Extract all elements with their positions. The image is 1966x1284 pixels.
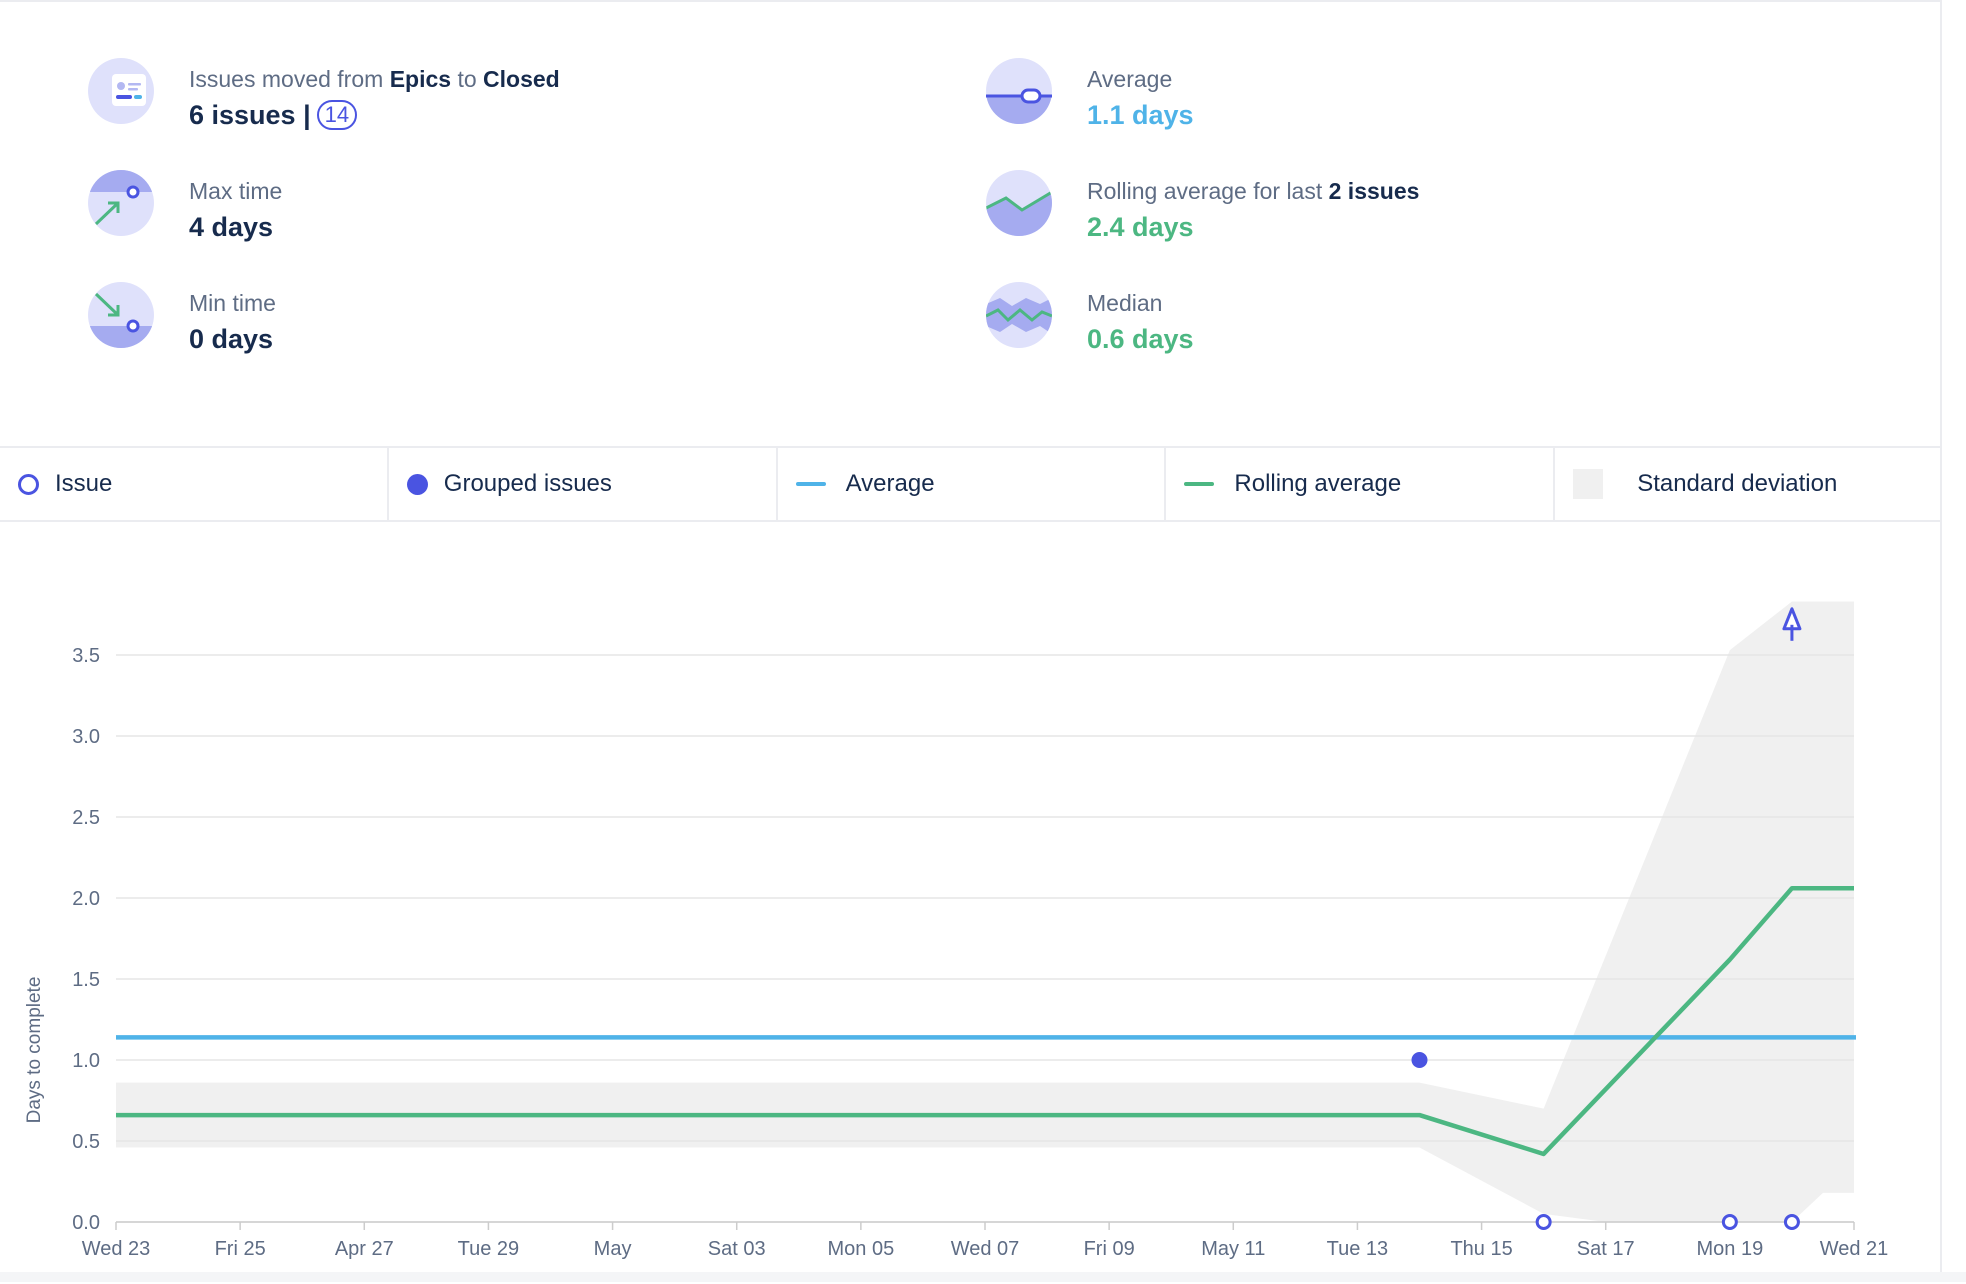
stat-average-label: Average [1087, 66, 1173, 92]
y-axis-title: Days to complete [24, 977, 45, 1124]
rolling-average-line-icon [1184, 482, 1215, 486]
y-tick-label: 0.5 [72, 1131, 100, 1153]
std-deviation-band [116, 601, 1854, 1222]
x-tick-label: Tue 13 [1327, 1238, 1389, 1260]
legend-stddev-label: Standard deviation [1637, 470, 1838, 497]
legend-issue-label: Issue [55, 470, 113, 497]
x-tick-label: Thu 15 [1450, 1238, 1512, 1260]
y-tick-label: 0.0 [72, 1212, 100, 1234]
stats-summary: Issues moved from Epics to Closed 6 issu… [0, 2, 1942, 446]
issue-card-icon [88, 58, 154, 124]
issues-count-badge[interactable]: 14 [316, 100, 358, 130]
x-tick-label: Wed 21 [1820, 1238, 1889, 1260]
x-tick-label: May [594, 1238, 632, 1260]
chart-legend: Issue Grouped issues Average Rolling ave… [0, 446, 1942, 522]
average-slider-icon [986, 58, 1052, 124]
stat-average-value: 1.1 days [1087, 100, 1194, 130]
y-tick-label: 2.0 [72, 888, 100, 910]
x-tick-label: Fri 09 [1084, 1238, 1135, 1260]
stat-issues-moved-label: Issues moved from Epics to Closed [189, 66, 560, 92]
arrow-up-right-icon [88, 170, 154, 236]
y-tick-label: 3.5 [72, 645, 100, 667]
control-chart-panel: Issues moved from Epics to Closed 6 issu… [0, 0, 1942, 1282]
grouped-issue-point [1411, 1052, 1428, 1068]
stat-rolling-average-label: Rolling average for last 2 issues [1087, 178, 1420, 204]
x-tick-label: Sat 03 [708, 1238, 766, 1260]
y-tick-label: 1.5 [72, 969, 100, 991]
x-tick-label: Wed 23 [82, 1238, 151, 1260]
legend-average-label: Average [845, 470, 935, 497]
x-tick-label: Mon 19 [1696, 1238, 1763, 1260]
x-tick-label: May 11 [1201, 1238, 1265, 1260]
issue-point [1783, 1214, 1800, 1230]
y-tick-label: 2.5 [72, 807, 100, 829]
y-tick-label: 1.0 [72, 1050, 100, 1072]
legend-rolling-label: Rolling average [1234, 470, 1402, 497]
legend-average[interactable]: Average [778, 448, 1167, 520]
control-chart-plot: 0.0 0.5 1.0 1.5 2.0 2.5 3.0 3.5 Wed 23 Fri 25 Apr … [24, 601, 1889, 1260]
stat-median-label: Median [1087, 290, 1163, 316]
legend-rolling-average[interactable]: Rolling average [1166, 448, 1556, 520]
stat-median: Median 0.6 days [986, 282, 1194, 358]
stat-average: Average 1.1 days [986, 58, 1194, 134]
stat-max-time-label: Max time [189, 178, 283, 204]
x-tick-label: Wed 07 [951, 1238, 1020, 1260]
stat-max-time-value: 4 days [189, 212, 274, 242]
stat-max-time: Max time 4 days [88, 170, 282, 246]
stat-min-time-value: 0 days [189, 324, 274, 354]
stat-issues-moved-value: 6 issues | 14 [189, 96, 560, 134]
x-tick-label: Sat 17 [1577, 1238, 1635, 1260]
x-tick-label: Fri 25 [215, 1238, 266, 1260]
stat-min-time-label: Min time [189, 290, 276, 316]
average-line-icon [795, 482, 826, 486]
stat-rolling-average-value: 2.4 days [1087, 212, 1194, 242]
legend-grouped-issues[interactable]: Grouped issues [389, 448, 778, 520]
control-chart: 0.0 0.5 1.0 1.5 2.0 2.5 3.0 3.5 Wed 23 Fri 25 Apr … [0, 522, 1942, 1284]
median-wave-icon [986, 282, 1052, 348]
grouped-marker-icon [406, 473, 428, 495]
x-tick-label: Tue 29 [458, 1238, 520, 1260]
stat-rolling-average: Rolling average for last 2 issues 2.4 da… [986, 170, 1419, 246]
rolling-line-icon [986, 170, 1052, 236]
legend-standard-deviation[interactable]: Standard deviation [1555, 448, 1942, 520]
stat-issues-moved: Issues moved from Epics to Closed 6 issu… [88, 58, 560, 134]
x-tick-label: Apr 27 [335, 1238, 394, 1260]
stat-median-value: 0.6 days [1087, 324, 1194, 354]
arrow-down-right-icon [88, 282, 154, 348]
y-tick-label: 3.0 [72, 726, 100, 748]
issue-marker-icon [18, 473, 39, 495]
legend-issue[interactable]: Issue [0, 448, 389, 520]
bottom-scroll-strip [0, 1272, 1966, 1282]
stat-min-time: Min time 0 days [88, 282, 276, 358]
std-dev-swatch-icon [1573, 469, 1604, 499]
x-tick-label: Mon 05 [827, 1238, 894, 1260]
legend-grouped-label: Grouped issues [443, 470, 612, 497]
issue-point [1535, 1214, 1552, 1230]
issue-point [1721, 1214, 1738, 1230]
